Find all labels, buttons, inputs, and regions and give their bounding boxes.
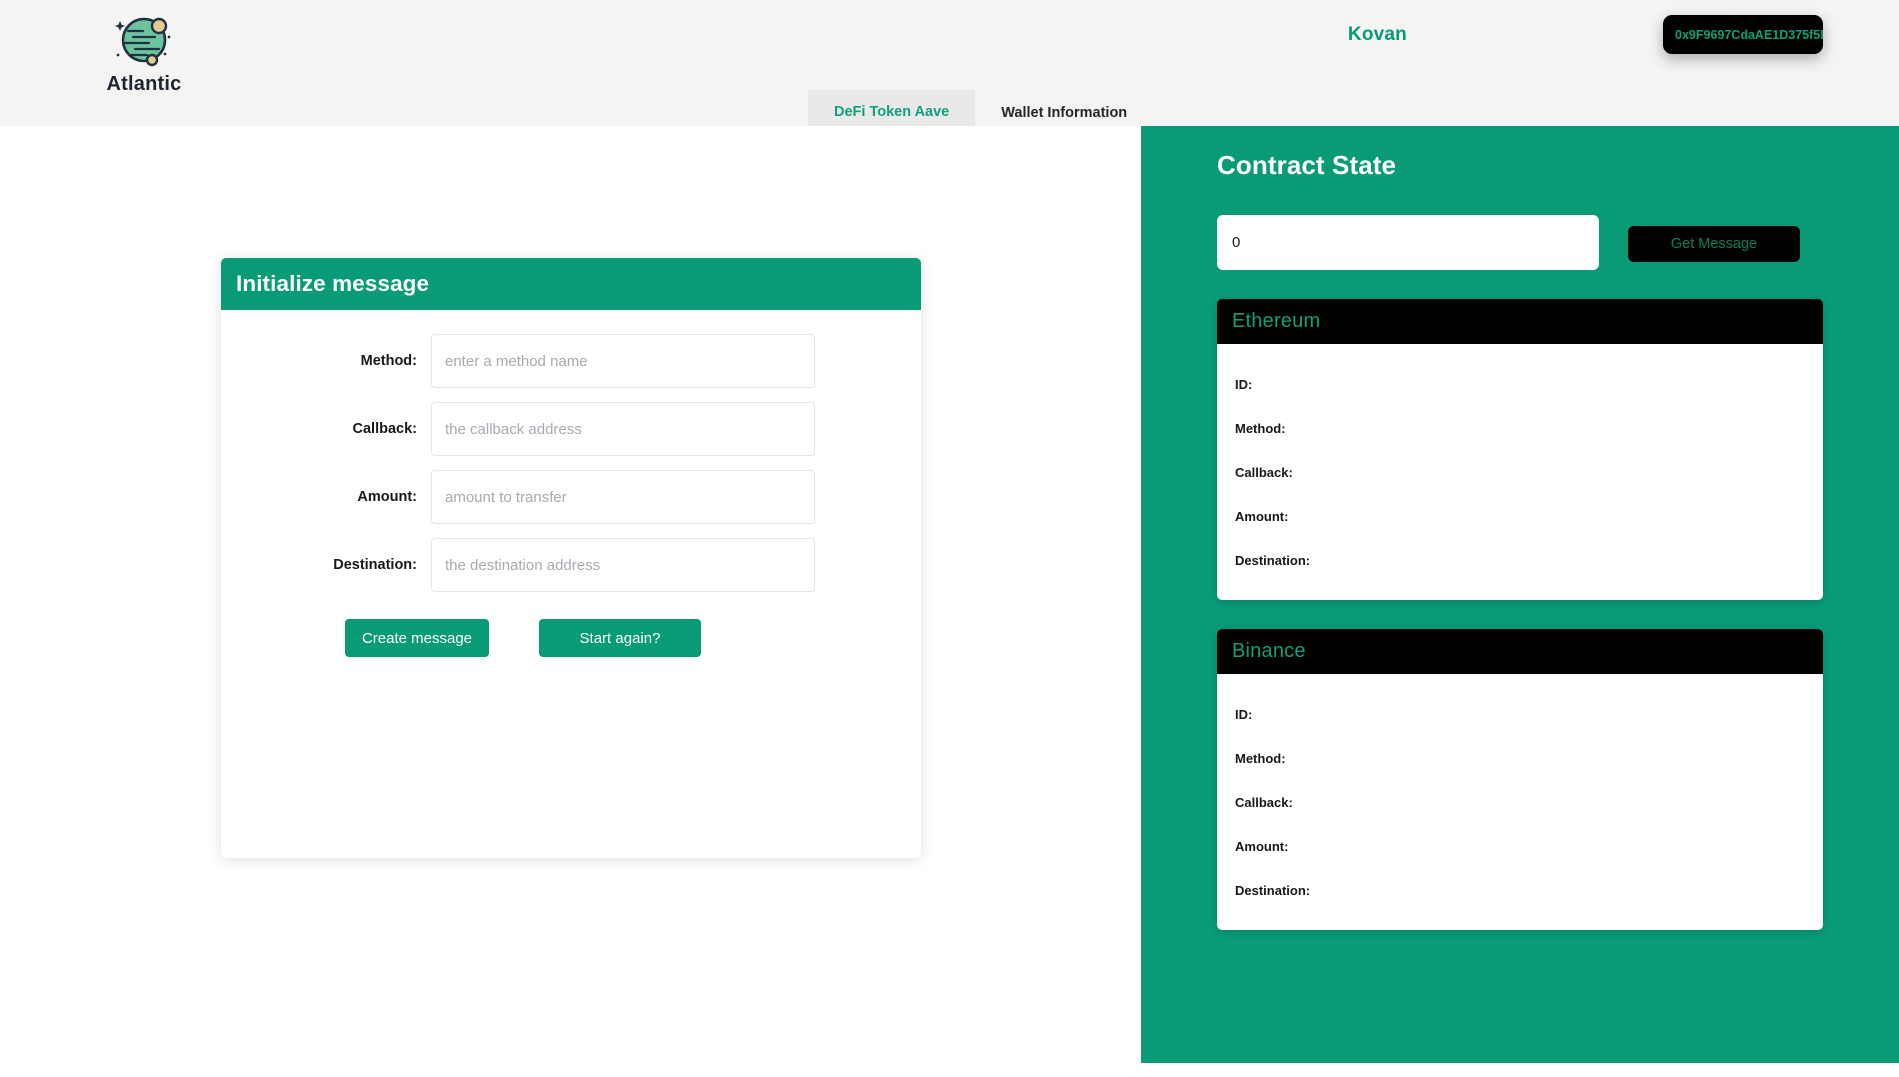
binance-field-destination: Destination: — [1235, 882, 1311, 898]
amount-input[interactable] — [431, 470, 815, 524]
network-label: Kovan — [1347, 24, 1407, 45]
chain-card-binance-header: Binance — [1217, 629, 1823, 674]
brand-name: Atlantic — [106, 73, 182, 95]
create-message-button[interactable]: Create message — [345, 619, 489, 657]
wallet-address-text: 0x9F9697CdaAE1D375f5Fc6a5 — [1675, 27, 1823, 42]
binance-field-amount: Amount: — [1235, 838, 1289, 854]
contract-state-query-row: Get Message — [1217, 215, 1823, 270]
chain-card-ethereum-body: ID: Method: Callback: Amount: Destinatio… — [1217, 344, 1823, 600]
form-row-amount: Amount: — [221, 470, 921, 524]
method-label: Method: — [360, 353, 417, 369]
ethereum-field-destination: Destination: — [1235, 552, 1311, 568]
ethereum-field-callback: Callback: — [1235, 464, 1293, 480]
form-row-callback: Callback: — [221, 402, 921, 456]
callback-input[interactable] — [431, 402, 815, 456]
binance-field-method: Method: — [1235, 750, 1286, 766]
form-row-method: Method: — [221, 334, 921, 388]
chain-card-binance: Binance ID: Method: Callback: Amount: De… — [1217, 629, 1823, 930]
form-actions: Create message Start again? — [221, 619, 921, 657]
page-title: Initialize message — [236, 271, 430, 296]
destination-label: Destination: — [333, 557, 417, 573]
ethereum-field-method: Method: — [1235, 420, 1286, 436]
ethereum-field-amount: Amount: — [1235, 508, 1289, 524]
start-again-button[interactable]: Start again? — [539, 619, 701, 657]
binance-field-id: ID: — [1235, 706, 1253, 722]
destination-input[interactable] — [431, 538, 815, 592]
chain-card-binance-body: ID: Method: Callback: Amount: Destinatio… — [1217, 674, 1823, 930]
site-header: Atlantic Kovan 0x9F9697CdaAE1D375f5Fc6a5… — [0, 0, 1899, 136]
form-row-destination: Destination: — [221, 538, 921, 592]
chain-name-binance: Binance — [1232, 640, 1306, 662]
chain-name-ethereum: Ethereum — [1232, 310, 1321, 332]
ethereum-field-id: ID: — [1235, 376, 1253, 392]
contract-state-pane: Contract State Get Message Ethereum ID: … — [1141, 126, 1899, 1063]
brand-logo[interactable]: Atlantic — [94, 10, 194, 96]
initialize-message-card: Initialize message Method: Callback: Amo… — [221, 258, 921, 858]
get-message-button[interactable]: Get Message — [1628, 226, 1800, 262]
left-content-pane: Initialize message Method: Callback: Amo… — [0, 126, 1141, 1077]
wallet-address-pill[interactable]: 0x9F9697CdaAE1D375f5Fc6a5 — [1663, 15, 1823, 54]
app-root: Atlantic Kovan 0x9F9697CdaAE1D375f5Fc6a5… — [0, 0, 1899, 1077]
chain-card-ethereum: Ethereum ID: Method: Callback: Amount: D… — [1217, 299, 1823, 600]
initialize-message-body: Method: Callback: Amount: Destination: C — [221, 310, 921, 657]
contract-state-title: Contract State — [1217, 150, 1397, 180]
chain-card-ethereum-header: Ethereum — [1217, 299, 1823, 344]
callback-label: Callback: — [352, 421, 417, 437]
initialize-message-header: Initialize message — [221, 258, 921, 310]
amount-label: Amount: — [357, 489, 417, 505]
planet-icon — [115, 17, 171, 67]
method-input[interactable] — [431, 334, 815, 388]
binance-field-callback: Callback: — [1235, 794, 1293, 810]
message-id-input[interactable] — [1217, 215, 1599, 270]
